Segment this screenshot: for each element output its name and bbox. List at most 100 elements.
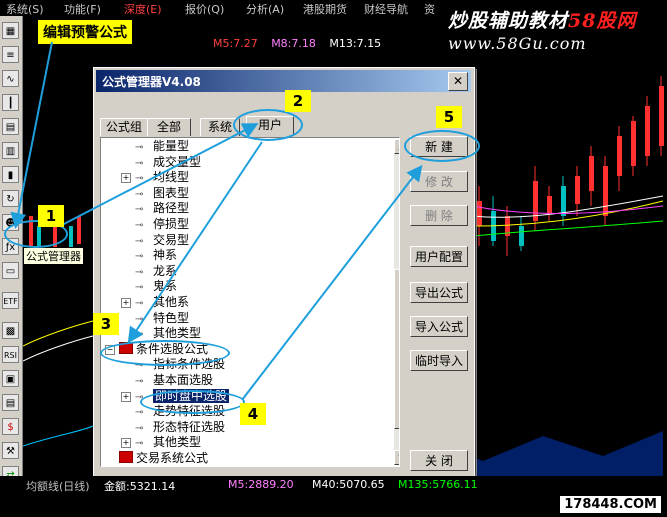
table-icon[interactable]: ▤ xyxy=(2,118,19,135)
ma13-value: M13:7.15 xyxy=(329,37,382,50)
badge-4: 4 xyxy=(240,403,266,425)
temp-import-button[interactable]: 临时导入 xyxy=(410,350,468,371)
bars-icon[interactable]: ▮ xyxy=(2,166,19,183)
tree-item-label: 龙系 xyxy=(153,263,178,278)
tab-formula-group[interactable]: 公式组 xyxy=(100,118,148,136)
grid-icon[interactable]: ▦ xyxy=(2,22,19,39)
list-icon[interactable]: ≡ xyxy=(2,46,19,63)
tree-item-label: 特色型 xyxy=(153,310,190,325)
tree-item[interactable]: ⊸ 成交量型 xyxy=(135,155,201,169)
formula-key-icon: ⊸ xyxy=(135,204,144,216)
tree-scrollbar[interactable]: ▲ ▼ xyxy=(394,139,399,465)
menu-depth[interactable]: 深度(E) xyxy=(124,1,162,17)
formula-key-icon: ⊸ xyxy=(135,157,144,169)
badge-2: 2 xyxy=(285,90,311,112)
scroll-down-icon[interactable]: ▼ xyxy=(394,450,399,465)
tree-item[interactable]: ⊸ 基本面选股 xyxy=(135,373,213,387)
m5-volume: M5:2889.20 xyxy=(228,478,294,491)
tree-item-label: 停损型 xyxy=(153,217,190,231)
tree-item-label: 基本面选股 xyxy=(153,373,214,387)
tree-item[interactable]: ⊸ 其他系 xyxy=(135,295,189,309)
tab-all[interactable]: 全部 xyxy=(147,118,191,136)
tree-item[interactable]: ⊸ 特色型 xyxy=(135,311,189,325)
badge-3: 3 xyxy=(93,313,119,335)
menu-analysis[interactable]: 分析(A) xyxy=(246,1,284,17)
menu-quote[interactable]: 报价(Q) xyxy=(185,1,224,17)
m135-volume: M135:5766.11 xyxy=(398,478,478,491)
import-formula-button[interactable]: 导入公式 xyxy=(410,316,468,337)
tree-item[interactable]: ⊸ 龙系 xyxy=(135,264,177,278)
window-icon[interactable]: ▭ xyxy=(2,262,19,279)
tree-item-label: 能量型 xyxy=(153,139,190,153)
tree-item[interactable]: ⊸ 其他类型 xyxy=(135,435,201,449)
badge-5: 5 xyxy=(436,106,462,128)
delete-button[interactable]: 删 除 xyxy=(410,205,468,226)
user-config-button[interactable]: 用户配置 xyxy=(410,246,468,267)
left-toolbar: ▦ ≡ ∿ ┃ ▤ ▥ ▮ ↻ ☻ ƒx ▭ ETF ▩ RSI ▣ ▤ $ ⚒… xyxy=(0,16,23,517)
tree-item[interactable]: ⊸ 鬼系 xyxy=(135,279,177,293)
sheet-icon[interactable]: ▥ xyxy=(2,142,19,159)
amount-value: 金额:5321.14 xyxy=(104,480,176,493)
ma-readout: M5:7.27 M8:7.18 M13:7.15 xyxy=(213,37,391,50)
formula-key-icon: ⊸ xyxy=(135,251,144,263)
formula-key-icon: ⊸ xyxy=(135,266,144,278)
tree-expander-icon[interactable]: + xyxy=(121,391,131,402)
badge-1: 1 xyxy=(38,205,64,227)
tree-expander-icon[interactable]: + xyxy=(121,173,131,184)
tree-item-label: 其他系 xyxy=(153,295,190,309)
tree-item[interactable]: ⊸ 神系 xyxy=(135,248,177,262)
close-icon[interactable]: ✕ xyxy=(448,72,468,91)
tree-item[interactable]: ⊸ 其他类型 xyxy=(135,326,201,340)
right-candles xyxy=(477,76,664,256)
export-formula-button[interactable]: 导出公式 xyxy=(410,282,468,303)
formula-key-icon: ⊸ xyxy=(135,438,144,450)
tree-item[interactable]: ⊸ 停损型 xyxy=(135,217,189,231)
dialog-title: 公式管理器V4.08 xyxy=(102,75,201,89)
refresh-icon[interactable]: ↻ xyxy=(2,190,19,207)
formula-key-icon: ⊸ xyxy=(135,282,144,294)
tree-item[interactable]: ⊸ 能量型 xyxy=(135,139,189,153)
menu-finance-nav[interactable]: 财经导航 xyxy=(364,1,408,17)
monitor-icon[interactable]: ▣ xyxy=(2,370,19,387)
formula-key-icon: ⊸ xyxy=(135,376,144,387)
tree-item[interactable]: ⊸ 图表型 xyxy=(135,186,189,200)
scroll-up-icon[interactable]: ▲ xyxy=(394,139,399,154)
etf-icon[interactable]: ETF xyxy=(2,292,19,309)
candle-icon[interactable]: ┃ xyxy=(2,94,19,111)
ma5-value: M5:7.27 xyxy=(213,37,258,50)
watermark-title-a: 炒股辅助教材 xyxy=(448,10,569,32)
dollar-icon[interactable]: $ xyxy=(2,418,19,435)
modify-button[interactable]: 修 改 xyxy=(410,171,468,192)
menu-more[interactable]: 资 xyxy=(424,1,435,17)
tree-item-label: 交易型 xyxy=(153,232,190,247)
ruler-icon[interactable]: ▤ xyxy=(2,394,19,411)
formula-key-icon: ⊸ xyxy=(135,142,144,153)
tree-expander-icon[interactable]: + xyxy=(121,438,131,449)
watermark-title-b: 58股网 xyxy=(568,10,637,32)
indicator-name: 均额线(日线) xyxy=(26,480,90,493)
tree-item[interactable]: ⊸ 路径型 xyxy=(135,201,189,215)
line-chart-icon[interactable]: ∿ xyxy=(2,70,19,87)
tree-item[interactable]: ⊸ 形态特征选股 xyxy=(135,420,225,434)
menu-hk-futures[interactable]: 港股期货 xyxy=(303,1,347,17)
scroll-thumb[interactable] xyxy=(394,269,399,429)
tree-item[interactable]: ⊸ 交易型 xyxy=(135,233,189,247)
tree-expander-icon[interactable]: + xyxy=(121,298,131,308)
highlight-new-button xyxy=(404,130,480,162)
tree-item-label: 成交量型 xyxy=(153,154,202,169)
ma8-value: M8:7.18 xyxy=(271,37,316,50)
tree-item[interactable]: ⊸ 均线型 xyxy=(135,170,189,184)
menu-system[interactable]: 系统(S) xyxy=(6,1,44,17)
formula-key-icon: ⊸ xyxy=(135,235,144,247)
formula-key-icon: ⊸ xyxy=(135,220,144,231)
chart-icon[interactable]: ▩ xyxy=(2,322,19,339)
annotation-edit-alert-formula: 编辑预警公式 xyxy=(38,20,132,44)
tree-item-label: 其他类型 xyxy=(153,435,202,450)
formula-key-icon: ⊸ xyxy=(135,173,144,185)
wrench-icon[interactable]: ⚒ xyxy=(2,442,19,459)
close-button[interactable]: 关 闭 xyxy=(410,450,468,471)
tree-item[interactable]: 交易系统公式 xyxy=(119,451,208,465)
menu-function[interactable]: 功能(F) xyxy=(64,1,101,17)
rsi-icon[interactable]: RSI xyxy=(2,346,19,363)
dialog-titlebar[interactable]: 公式管理器V4.08 ✕ xyxy=(96,70,471,92)
